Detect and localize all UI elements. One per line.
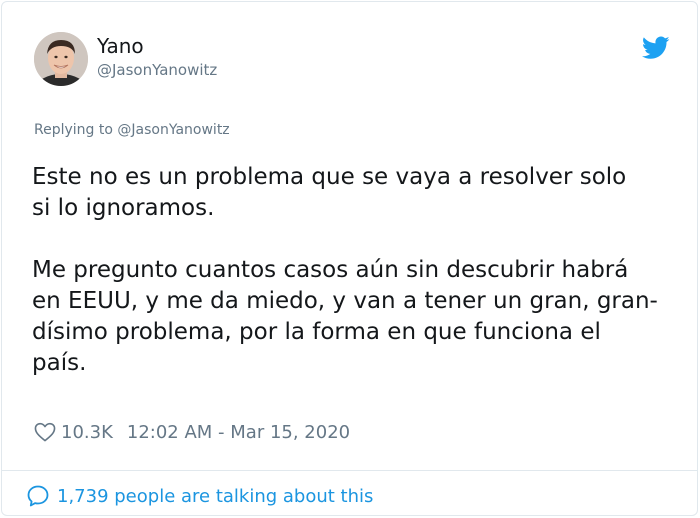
tweet-paragraph: Este no es un problema que se vaya a res… [32,164,627,221]
tweet-card: Yano @JasonYanowitz Replying to @JasonYa… [1,1,698,516]
heart-icon[interactable] [34,422,56,442]
tweet-timestamp[interactable]: 12:02 AM - Mar 15, 2020 [127,422,350,443]
avatar[interactable] [34,32,88,86]
speech-bubble-icon [26,484,50,508]
tweet-text: Este no es un problema que se vaya a res… [32,162,672,379]
heart-glyph [34,422,56,442]
like-count[interactable]: 10.3K [61,422,113,443]
replying-to-handle-link[interactable]: @JasonYanowitz [117,122,229,138]
conversation-link-label: 1,739 people are talking about this [57,485,374,507]
avatar-image [34,32,88,86]
conversation-link[interactable]: 1,739 people are talking about this [26,483,373,509]
replying-to: Replying to @JasonYanowitz [34,121,230,139]
author-display-name[interactable]: Yano [97,34,144,58]
speech-bubble-glyph [27,485,49,507]
twitter-bird-glyph [641,36,670,59]
tweet-paragraph: Me pregunto cuantos casos aún sin descub… [32,257,658,376]
tweet-meta: 10.3K 12:02 AM - Mar 15, 2020 [34,420,350,444]
replying-to-label: Replying to [34,122,118,138]
divider [2,470,697,471]
author-handle[interactable]: @JasonYanowitz [97,60,217,80]
twitter-bird-icon[interactable] [641,36,670,60]
